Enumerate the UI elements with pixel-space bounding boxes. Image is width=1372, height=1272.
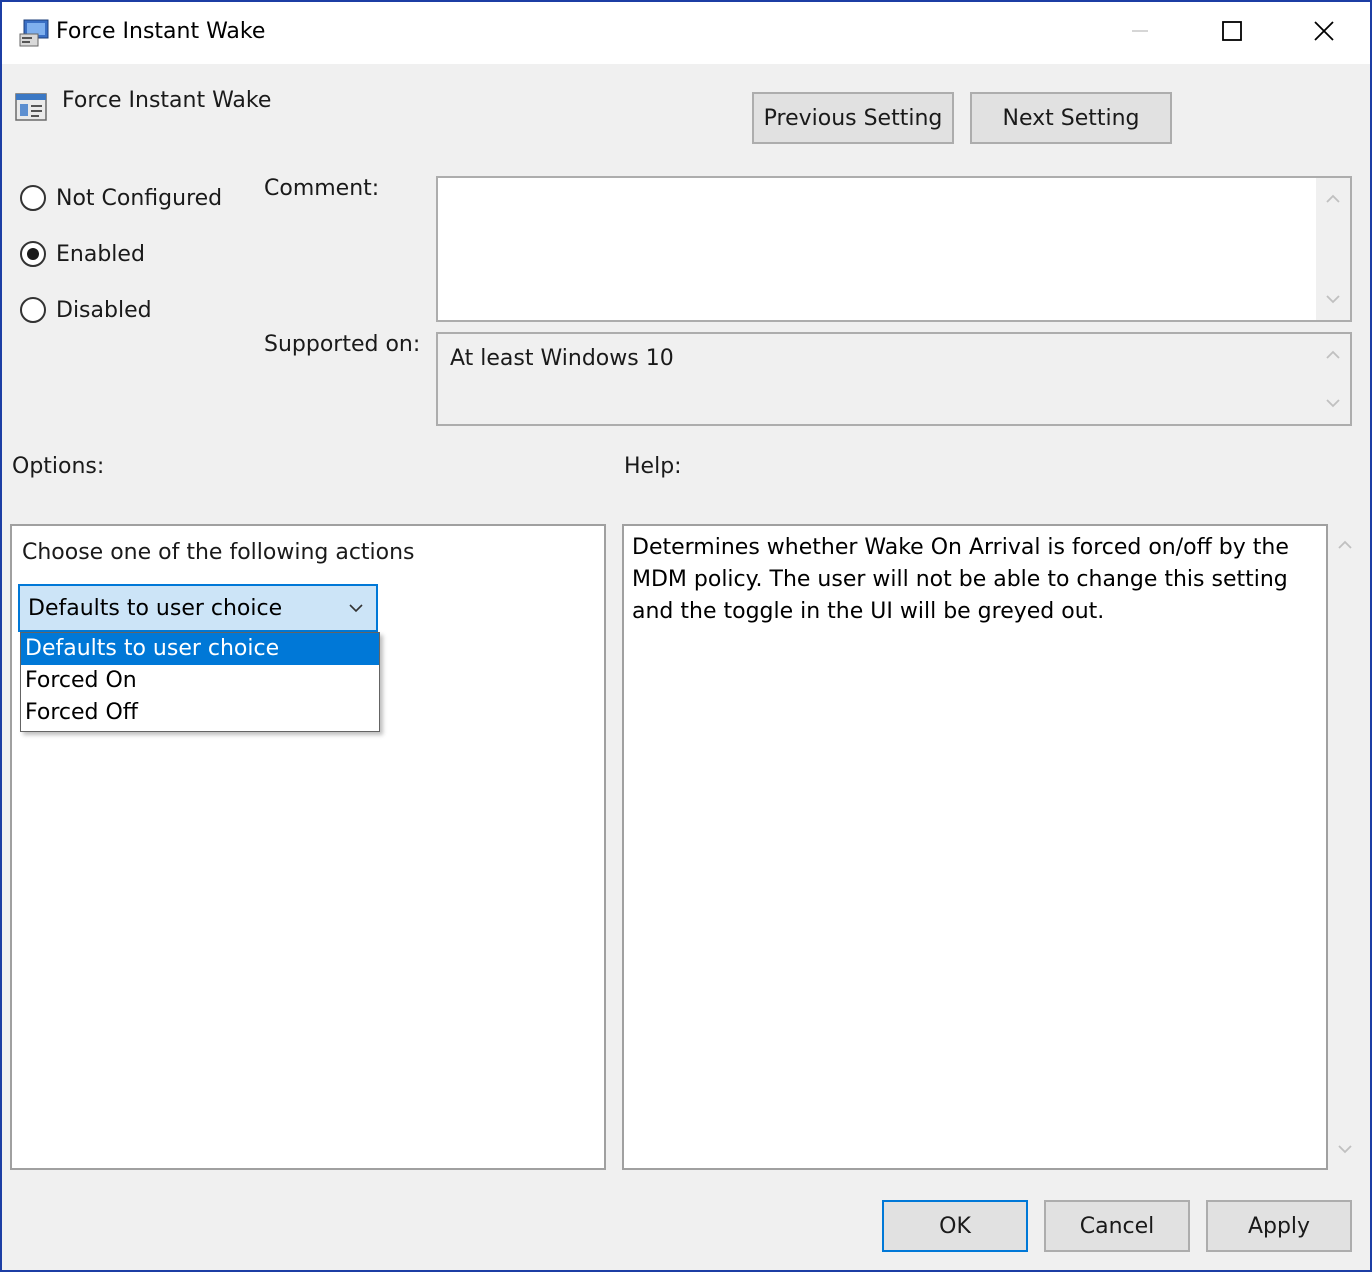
cancel-button[interactable]: Cancel — [1044, 1200, 1190, 1252]
chevron-up-icon[interactable] — [1316, 338, 1350, 372]
dropdown-item-forced-on[interactable]: Forced On — [21, 665, 379, 697]
options-panel: Choose one of the following actions Defa… — [10, 524, 606, 1170]
chevron-down-icon[interactable] — [1328, 1132, 1362, 1166]
dropdown-item-defaults[interactable]: Defaults to user choice — [21, 633, 379, 665]
supported-on-value: At least Windows 10 — [450, 346, 674, 371]
radio-label: Not Configured — [56, 185, 223, 211]
comment-textarea[interactable] — [436, 176, 1352, 322]
comment-scrollbar[interactable] — [1316, 178, 1350, 320]
help-text: Determines whether Wake On Arrival is fo… — [632, 535, 1289, 624]
ok-button[interactable]: OK — [882, 1200, 1028, 1252]
radio-circle-checked[interactable] — [20, 241, 46, 267]
radio-circle[interactable] — [20, 185, 46, 211]
apply-button[interactable]: Apply — [1206, 1200, 1352, 1252]
chevron-up-icon[interactable] — [1328, 528, 1362, 562]
supported-scrollbar[interactable] — [1316, 334, 1350, 424]
radio-circle[interactable] — [20, 297, 46, 323]
action-dropdown-list: Defaults to user choice Forced On Forced… — [20, 632, 380, 732]
policy-dialog-window: Force Instant Wake Force Instant Wake Pr… — [0, 0, 1372, 1272]
options-label: Options: — [12, 454, 105, 479]
minimize-button[interactable] — [1094, 2, 1186, 64]
combo-selected-value: Defaults to user choice — [28, 595, 283, 621]
setting-name: Force Instant Wake — [62, 88, 272, 113]
action-combobox[interactable]: Defaults to user choice — [18, 584, 378, 632]
policy-window-icon — [18, 16, 52, 50]
help-label: Help: — [624, 454, 682, 479]
minimize-icon — [1130, 21, 1150, 45]
help-scrollbar[interactable] — [1328, 524, 1362, 1170]
chevron-down-icon[interactable] — [346, 598, 366, 618]
radio-label: Enabled — [56, 241, 145, 267]
next-setting-button[interactable]: Next Setting — [970, 92, 1172, 144]
radio-label: Disabled — [56, 297, 152, 323]
radio-not-configured[interactable]: Not Configured — [20, 185, 222, 211]
close-button[interactable] — [1278, 2, 1370, 64]
options-instruction: Choose one of the following actions — [22, 540, 415, 565]
title-bar: Force Instant Wake — [2, 2, 1370, 64]
dropdown-item-forced-off[interactable]: Forced Off — [21, 697, 379, 729]
chevron-down-icon[interactable] — [1316, 386, 1350, 420]
supported-on-label: Supported on: — [264, 332, 421, 357]
window-title: Force Instant Wake — [56, 19, 266, 44]
chevron-up-icon[interactable] — [1316, 182, 1350, 216]
radio-enabled[interactable]: Enabled — [20, 241, 145, 267]
close-icon — [1313, 20, 1335, 46]
maximize-icon — [1221, 20, 1243, 46]
supported-on-field: At least Windows 10 — [436, 332, 1352, 426]
radio-disabled[interactable]: Disabled — [20, 297, 152, 323]
policy-setting-icon — [14, 90, 48, 124]
previous-setting-button[interactable]: Previous Setting — [752, 92, 954, 144]
chevron-down-icon[interactable] — [1316, 282, 1350, 316]
comment-label: Comment: — [264, 176, 380, 201]
help-panel: Determines whether Wake On Arrival is fo… — [622, 524, 1328, 1170]
maximize-button[interactable] — [1186, 2, 1278, 64]
